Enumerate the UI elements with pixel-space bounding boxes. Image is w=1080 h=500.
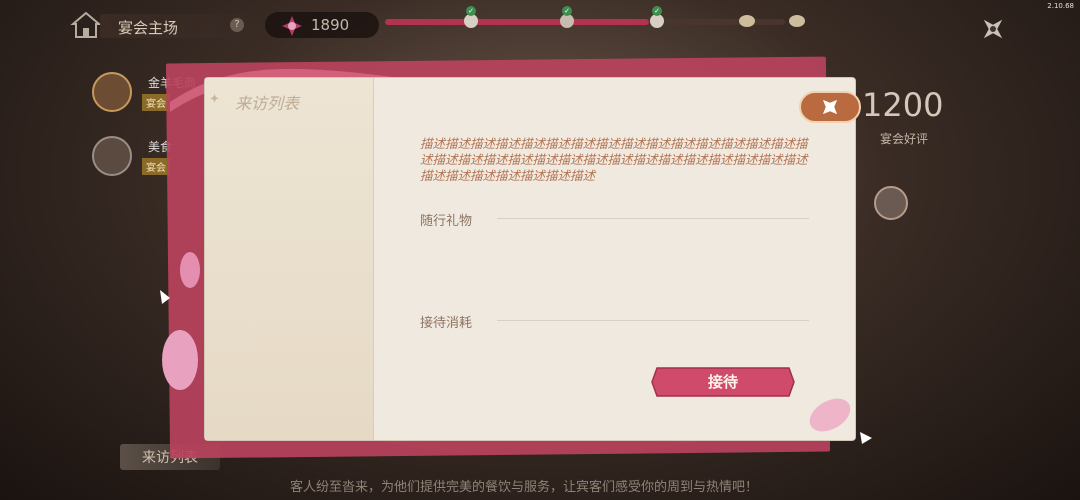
visitor-list-panel: [205, 78, 373, 440]
accept-button[interactable]: 接待: [651, 366, 795, 398]
score-value: 1890: [311, 16, 350, 34]
visitor-modal: ✦ 来访列表 描述描述描述描述描述描述描述描述描述描述描述描述描述描述描述描述描…: [205, 78, 855, 440]
petal-decor: [809, 398, 872, 444]
help-icon[interactable]: ?: [230, 18, 244, 32]
close-button[interactable]: [978, 14, 1008, 44]
gem-icon: [282, 16, 302, 36]
progress-node[interactable]: ✓: [558, 6, 576, 30]
banquet-score: 1200: [862, 86, 944, 124]
banquet-score-label: 宴会好评: [880, 132, 929, 146]
score-pill: 1890: [265, 12, 379, 38]
task-tag: 宴会: [142, 158, 170, 175]
accept-button-label: 接待: [707, 373, 738, 391]
progress-node[interactable]: ✓: [462, 6, 480, 30]
home-icon: [70, 11, 102, 38]
scene-title-bar: 宴会主场: [100, 14, 250, 38]
progress-node[interactable]: [738, 12, 756, 30]
divider: [373, 78, 374, 440]
task-icon: [92, 136, 132, 176]
progress-node[interactable]: ✓: [648, 6, 666, 30]
task-icon: [92, 72, 132, 112]
close-icon: [799, 91, 861, 123]
close-shuriken-icon: [983, 19, 1003, 39]
check-icon: ✓: [562, 6, 572, 16]
visitor-description: 描述描述描述描述描述描述描述描述描述描述描述描述描述描述描述描述描述描述描述描述…: [420, 136, 808, 183]
petal-decor: [160, 252, 200, 390]
scene-title: 宴会主场: [118, 19, 179, 37]
divider: [497, 218, 809, 219]
check-icon: ✓: [466, 6, 476, 16]
sparkle-icon: ✦: [209, 92, 220, 107]
progress-bar: [385, 19, 785, 25]
home-button[interactable]: [70, 10, 102, 40]
top-bar: 宴会主场 ? 1890 ✓ ✓ ✓: [0, 6, 1080, 42]
modal-title: 来访列表: [235, 94, 300, 113]
cost-label: 接待消耗: [420, 316, 473, 331]
progress-fill: [385, 19, 649, 25]
divider: [497, 320, 809, 321]
bottom-hint: 客人纷至沓来，为他们提供完美的餐饮与服务，让宾客们感受你的周到与热情吧！: [290, 480, 759, 495]
progress-node[interactable]: [788, 12, 806, 30]
gift-icon[interactable]: [874, 186, 908, 220]
check-icon: ✓: [652, 6, 662, 16]
modal-close-button[interactable]: [798, 90, 862, 124]
gift-label: 随行礼物: [420, 214, 473, 229]
